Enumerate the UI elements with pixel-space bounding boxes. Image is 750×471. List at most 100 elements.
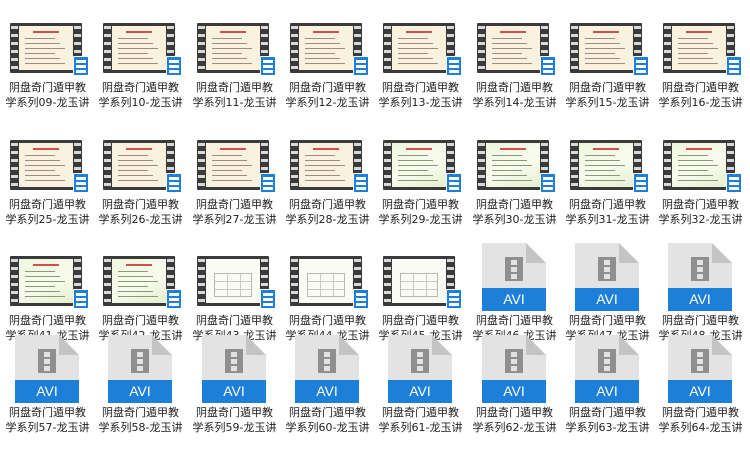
file-item[interactable]: 阴盘奇门遁甲教 学系列11-龙玉讲: [188, 10, 281, 126]
file-item[interactable]: 阴盘奇门遁甲教 学系列15-龙玉讲: [561, 10, 654, 126]
file-name-label: 阴盘奇门遁甲教 学系列58-龙玉讲: [98, 406, 183, 434]
file-item[interactable]: 阴盘奇门遁甲教 学系列13-龙玉讲: [374, 10, 467, 126]
file-item[interactable]: 阴盘奇门遁甲教 学系列14-龙玉讲: [468, 10, 561, 126]
film-strip-perforation: [384, 256, 391, 306]
file-thumbnail: [188, 10, 281, 82]
video-frame-preview: [112, 143, 166, 187]
video-player-badge-icon: [260, 173, 276, 193]
badge-bar: [449, 60, 459, 63]
file-item[interactable]: 阴盘奇门遁甲教 学系列25-龙玉讲: [1, 127, 94, 243]
preview-text-line: [118, 160, 153, 161]
video-file-thumbnail-icon: [10, 140, 82, 190]
film-strip-perforation: [11, 23, 18, 73]
film-strip-perforation: [384, 140, 391, 190]
badge-bar: [169, 177, 179, 180]
preview-text-line: [118, 165, 158, 166]
video-frame-preview: [486, 143, 540, 187]
file-item[interactable]: 阴盘奇门遁甲教 学系列27-龙玉讲: [188, 127, 281, 243]
page-fold-corner: [432, 335, 452, 355]
file-name-label: 阴盘奇门遁甲教 学系列15-龙玉讲: [565, 81, 650, 109]
preview-title-line: [593, 148, 619, 150]
file-item[interactable]: AVI 阴盘奇门遁甲教 学系列59-龙玉讲: [188, 335, 281, 451]
file-item[interactable]: 阴盘奇门遁甲教 学系列09-龙玉讲: [1, 10, 94, 126]
preview-text-line: [492, 170, 522, 171]
preview-title-line: [313, 31, 339, 33]
file-item[interactable]: 阴盘奇门遁甲教 学系列16-龙玉讲: [654, 10, 747, 126]
file-item[interactable]: 阴盘奇门遁甲教 学系列31-龙玉讲: [561, 127, 654, 243]
preview-text-line: [25, 155, 55, 156]
preview-text-line: [585, 170, 615, 171]
badge-bar: [356, 293, 366, 296]
file-item[interactable]: 阴盘奇门遁甲教 学系列28-龙玉讲: [281, 127, 374, 243]
video-frame-preview: [486, 26, 540, 70]
preview-text-line: [118, 63, 158, 64]
video-frame-preview: [206, 143, 260, 187]
file-item[interactable]: 阴盘奇门遁甲教 学系列32-龙玉讲: [654, 127, 747, 243]
file-item[interactable]: 阴盘奇门遁甲教 学系列10-龙玉讲: [94, 10, 187, 126]
video-file-thumbnail-icon: [290, 140, 362, 190]
file-name-label: 阴盘奇门遁甲教 学系列10-龙玉讲: [98, 81, 183, 109]
preview-text-line: [492, 63, 532, 64]
preview-text-line: [398, 63, 438, 64]
video-player-badge-icon: [446, 289, 462, 309]
film-glyph-icon: [225, 349, 243, 373]
file-item[interactable]: AVI 阴盘奇门遁甲教 学系列60-龙玉讲: [281, 335, 374, 451]
badge-bar: [636, 182, 646, 185]
file-thumbnail: [281, 243, 374, 315]
preview-text-line: [398, 155, 428, 156]
file-thumbnail: [468, 127, 561, 199]
film-glyph-icon: [598, 349, 616, 373]
page-fold-corner: [59, 335, 79, 355]
video-file-thumbnail-icon: [570, 23, 642, 73]
film-glyph-hole: [697, 267, 703, 272]
preview-text-line: [585, 175, 620, 176]
preview-text-line: [678, 180, 718, 181]
avi-file-icon: AVI: [482, 335, 546, 403]
preview-text-line: [492, 180, 532, 181]
file-item[interactable]: AVI 阴盘奇门遁甲教 学系列63-龙玉讲: [561, 335, 654, 451]
file-thumbnail: AVI: [1, 335, 94, 407]
file-thumbnail: AVI: [188, 335, 281, 407]
preview-text-line: [492, 175, 527, 176]
file-name-label: 阴盘奇门遁甲教 学系列57-龙玉讲: [5, 406, 90, 434]
preview-title-line: [313, 148, 339, 150]
avi-file-icon: AVI: [295, 335, 359, 403]
file-item[interactable]: AVI 阴盘奇门遁甲教 学系列61-龙玉讲: [374, 335, 467, 451]
film-glyph-hole: [511, 267, 517, 272]
preview-text-line: [25, 180, 65, 181]
file-extension-label: AVI: [388, 380, 452, 403]
film-glyph-icon: [691, 257, 709, 281]
preview-text-line: [212, 38, 242, 39]
file-name-label: 阴盘奇门遁甲教 学系列29-龙玉讲: [378, 198, 463, 226]
film-strip-perforation: [104, 140, 111, 190]
video-file-thumbnail-icon: [103, 23, 175, 73]
badge-bar: [729, 60, 739, 63]
film-glyph-icon: [131, 349, 149, 373]
preview-text-line: [492, 43, 527, 44]
preview-text-line: [118, 276, 153, 277]
file-item[interactable]: 阴盘奇门遁甲教 学系列12-龙玉讲: [281, 10, 374, 126]
preview-text-line: [212, 155, 242, 156]
badge-bar: [356, 182, 366, 185]
preview-text-line: [678, 165, 718, 166]
preview-text-line: [492, 58, 527, 59]
badge-bar: [543, 60, 553, 63]
preview-text-line: [398, 38, 428, 39]
preview-text-line: [118, 53, 148, 54]
film-glyph-hole: [137, 352, 143, 357]
badge-bar: [356, 70, 366, 73]
file-item[interactable]: 阴盘奇门遁甲教 学系列26-龙玉讲: [94, 127, 187, 243]
file-item[interactable]: 阴盘奇门遁甲教 学系列30-龙玉讲: [468, 127, 561, 243]
video-file-thumbnail-icon: [197, 23, 269, 73]
badge-bar: [76, 293, 86, 296]
file-item[interactable]: AVI 阴盘奇门遁甲教 学系列58-龙玉讲: [94, 335, 187, 451]
file-item[interactable]: AVI 阴盘奇门遁甲教 学系列57-龙玉讲: [1, 335, 94, 451]
avi-file-icon: AVI: [575, 243, 639, 311]
file-item[interactable]: AVI 阴盘奇门遁甲教 学系列62-龙玉讲: [468, 335, 561, 451]
file-item[interactable]: 阴盘奇门遁甲教 学系列29-龙玉讲: [374, 127, 467, 243]
preview-title-line: [500, 31, 526, 33]
video-frame-preview: [672, 143, 726, 187]
preview-text-line: [212, 165, 252, 166]
file-item[interactable]: AVI 阴盘奇门遁甲教 学系列64-龙玉讲: [654, 335, 747, 451]
badge-bar: [76, 65, 86, 68]
